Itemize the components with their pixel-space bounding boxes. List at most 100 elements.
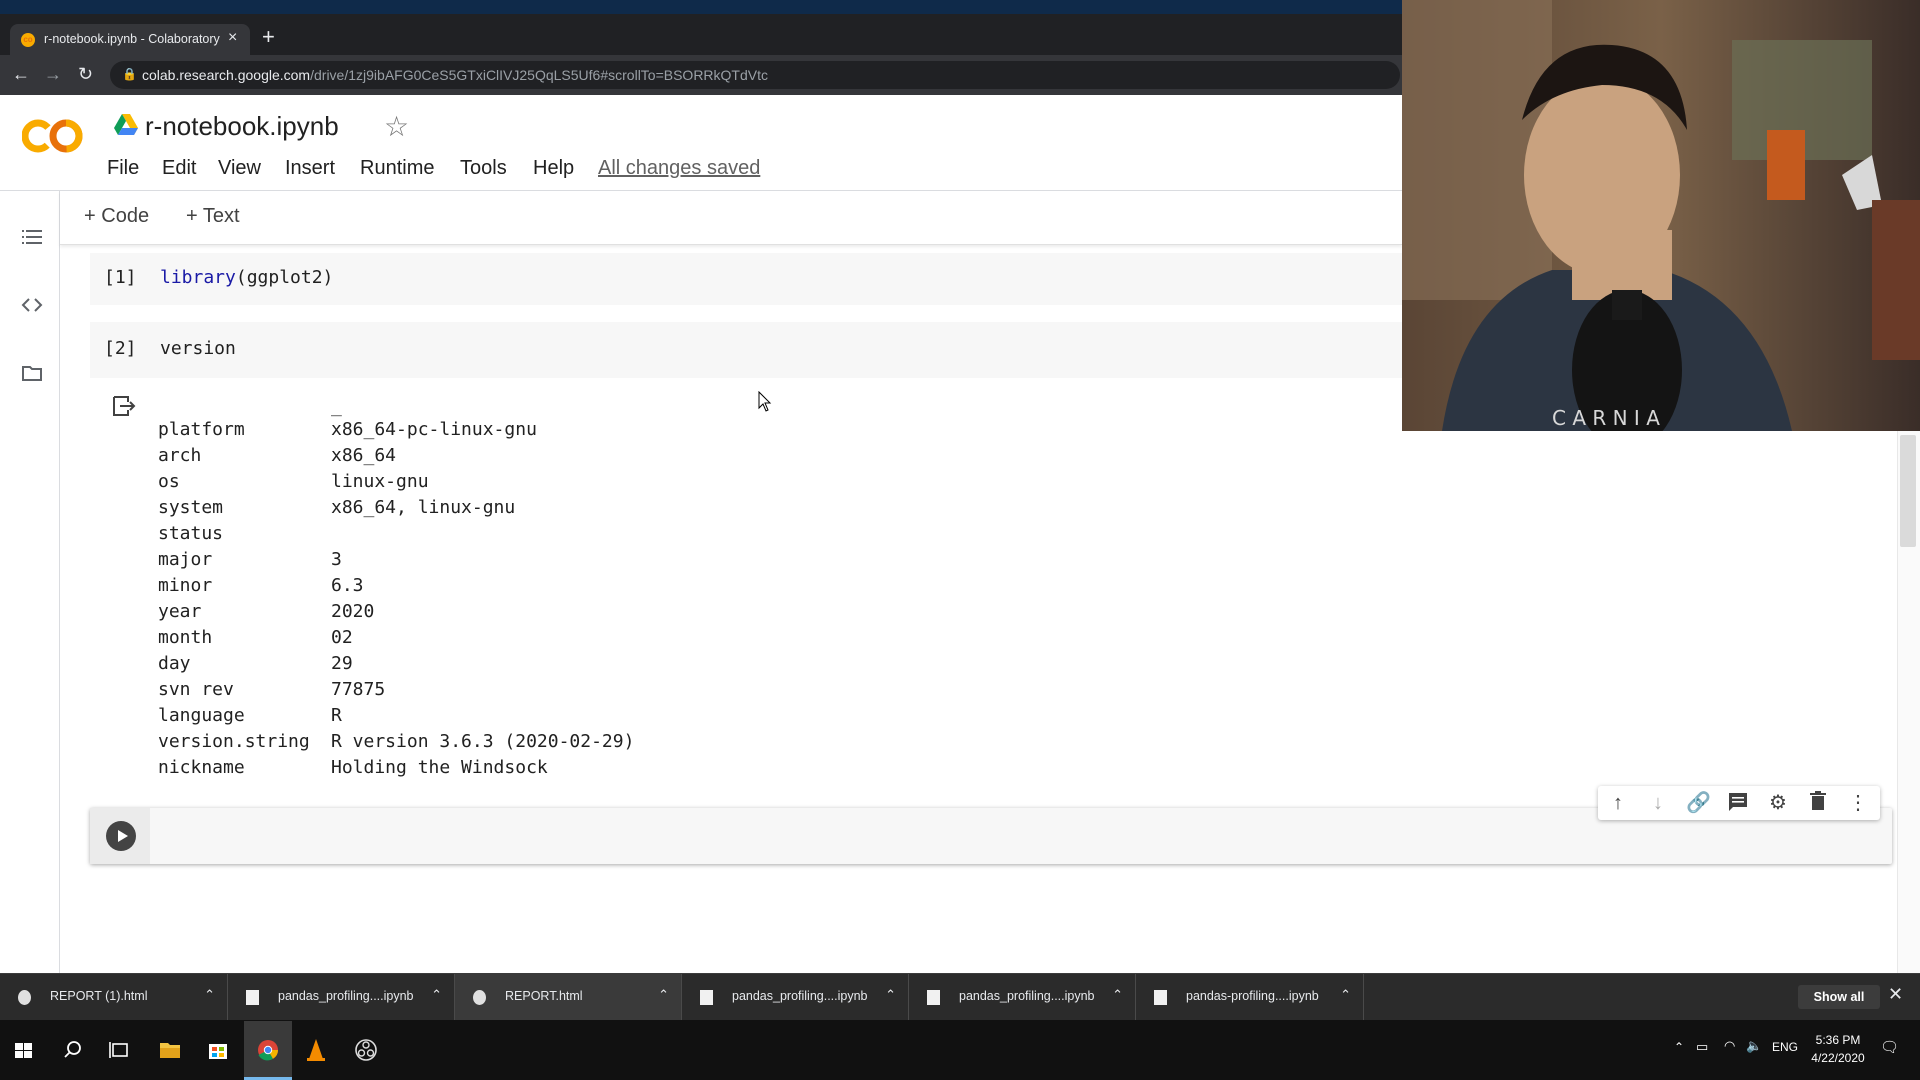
delete-cell-icon[interactable] (1806, 791, 1830, 815)
notifications-icon[interactable]: 🗨 (1880, 1038, 1899, 1056)
download-item[interactable]: REPORT.html ⌃ (455, 974, 682, 1021)
insert-toolbar: + Code + Text (60, 191, 1402, 245)
menu-insert[interactable]: Insert (285, 157, 335, 180)
more-options-icon[interactable]: ⋮ (1846, 791, 1870, 815)
menu-tools[interactable]: Tools (460, 157, 507, 180)
vlc-icon[interactable] (292, 1030, 340, 1070)
save-status-link[interactable]: All changes saved (598, 157, 760, 180)
new-tab-icon[interactable]: + (262, 26, 275, 48)
lock-icon: 🔒 (122, 67, 137, 81)
output-key: svn rev (158, 679, 234, 700)
system-clock[interactable]: 5:36 PM 4/22/2020 (1808, 1031, 1868, 1067)
colab-logo-icon[interactable] (22, 116, 84, 156)
add-code-cell-button[interactable]: + Code (84, 205, 149, 228)
code-text[interactable]: version (160, 338, 236, 359)
volume-icon[interactable]: 🔈 (1746, 1038, 1762, 1054)
chevron-up-icon[interactable]: ⌃ (1340, 987, 1351, 1003)
tray-chevron-icon[interactable]: ⌃ (1674, 1040, 1684, 1054)
chevron-up-icon[interactable]: ⌃ (1112, 987, 1123, 1003)
microsoft-store-icon[interactable] (194, 1030, 242, 1070)
execution-count: [2] (104, 338, 137, 359)
download-shelf: REPORT (1).html ⌃ pandas_profiling....ip… (0, 973, 1920, 1021)
address-bar[interactable]: 🔒 colab.research.google.com/drive/1zj9ib… (110, 61, 1400, 89)
cell-toolbar: ↑ ↓ 🔗 ⚙ ⋮ (1598, 786, 1880, 820)
chrome-icon[interactable] (244, 1030, 292, 1070)
link-to-cell-icon[interactable]: 🔗 (1686, 791, 1711, 815)
output-value: 02 (331, 627, 353, 648)
window-top-edge (0, 0, 1402, 14)
wifi-icon[interactable]: ◠ (1724, 1038, 1735, 1054)
url-domain: colab.research.google.com (142, 67, 311, 83)
code-cell[interactable]: [2] version (90, 322, 1402, 378)
chevron-up-icon[interactable]: ⌃ (658, 987, 669, 1003)
tab-title: r-notebook.ipynb - Colaboratory (44, 32, 220, 46)
browser-tab[interactable]: co r-notebook.ipynb - Colaboratory × (10, 24, 250, 55)
menu-help[interactable]: Help (533, 157, 574, 180)
execution-count: [1] (104, 267, 137, 288)
code-function: library (160, 267, 236, 288)
add-comment-icon[interactable] (1726, 791, 1750, 815)
url-path: /drive/1zj9ibAFG0CeS5GTxiClIVJ25QqLS5Uf6… (310, 67, 769, 83)
tab-close-icon[interactable]: × (228, 29, 237, 47)
battery-icon[interactable]: ▭ (1696, 1039, 1708, 1055)
chevron-up-icon[interactable]: ⌃ (885, 987, 896, 1003)
clock-time: 5:36 PM (1815, 1033, 1861, 1047)
windows-start-icon[interactable] (0, 1030, 48, 1070)
move-cell-down-icon[interactable]: ↓ (1646, 791, 1670, 815)
table-of-contents-icon[interactable] (20, 225, 44, 249)
download-name: REPORT (1).html (50, 989, 148, 1003)
download-item[interactable]: REPORT (1).html ⌃ (0, 974, 228, 1021)
chevron-up-icon[interactable]: ⌃ (204, 987, 215, 1003)
back-icon[interactable]: ← (12, 63, 30, 85)
menu-view[interactable]: View (218, 157, 261, 180)
output-actions-icon[interactable] (110, 393, 136, 419)
menu-file[interactable]: File (107, 157, 139, 180)
add-text-cell-button[interactable]: + Text (186, 205, 240, 228)
file-icon (246, 990, 259, 1005)
download-name: pandas_profiling....ipynb (732, 989, 868, 1003)
file-explorer-icon[interactable] (146, 1030, 194, 1070)
chrome-file-icon (18, 990, 31, 1005)
search-icon[interactable] (48, 1030, 96, 1070)
move-cell-up-icon[interactable]: ↑ (1606, 791, 1630, 815)
close-download-bar-icon[interactable]: ✕ (1888, 984, 1903, 1005)
language-indicator[interactable]: ENG (1772, 1040, 1798, 1054)
file-icon (1154, 990, 1167, 1005)
chrome-file-icon (473, 990, 486, 1005)
show-all-downloads-button[interactable]: Show all (1798, 985, 1880, 1009)
output-value: linux-gnu (331, 471, 429, 492)
output-value: 2020 (331, 601, 375, 622)
cell-settings-gear-icon[interactable]: ⚙ (1766, 791, 1790, 815)
reload-icon[interactable]: ↻ (78, 63, 93, 85)
code-snippets-icon[interactable] (20, 293, 44, 317)
chevron-up-icon[interactable]: ⌃ (431, 987, 442, 1003)
notebook-title[interactable]: r-notebook.ipynb (145, 111, 339, 142)
forward-icon[interactable]: → (44, 63, 62, 85)
files-folder-icon[interactable] (20, 361, 44, 385)
download-item[interactable]: pandas-profiling....ipynb ⌃ (1136, 974, 1364, 1021)
code-cell[interactable]: [1] library(ggplot2) (90, 253, 1402, 305)
download-item[interactable]: pandas_profiling....ipynb ⌃ (682, 974, 909, 1021)
output-value: 29 (331, 653, 353, 674)
output-key: month (158, 627, 213, 648)
run-cell-button[interactable] (106, 821, 136, 851)
task-view-icon[interactable] (96, 1030, 144, 1070)
download-item[interactable]: pandas_profiling....ipynb ⌃ (228, 974, 455, 1021)
output-value: 77875 (331, 679, 386, 700)
obs-studio-icon[interactable] (342, 1030, 390, 1070)
scrollbar-thumb[interactable] (1900, 435, 1916, 547)
menu-runtime[interactable]: Runtime (360, 157, 434, 180)
output-key: day (158, 653, 191, 674)
output-value: R (331, 705, 342, 726)
google-drive-icon[interactable] (114, 114, 138, 135)
star-icon[interactable]: ☆ (384, 110, 409, 143)
download-item[interactable]: pandas_profiling....ipynb ⌃ (909, 974, 1136, 1021)
output-key: platform (158, 419, 245, 440)
menu-edit[interactable]: Edit (162, 157, 196, 180)
code-text[interactable]: library(ggplot2) (160, 267, 333, 288)
code-args: (ggplot2) (235, 267, 334, 288)
url-text: colab.research.google.com/drive/1zj9ibAF… (142, 67, 768, 83)
webcam-presenter-video: C A R N I A (1402, 0, 1920, 431)
output-value: x86_64 (331, 445, 397, 466)
file-icon (927, 990, 940, 1005)
